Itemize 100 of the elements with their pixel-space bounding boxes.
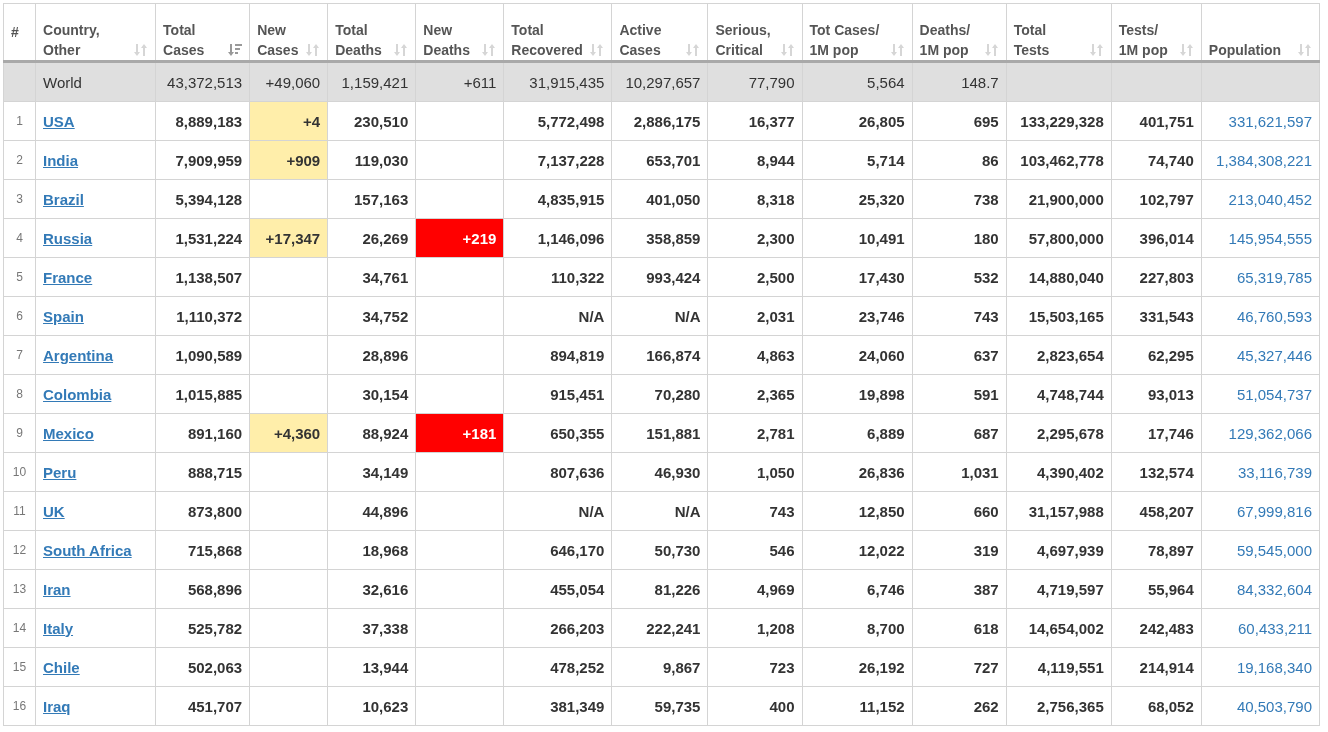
table-cell: 387 [912, 569, 1007, 609]
table-cell: 17,430 [802, 257, 913, 297]
country-link[interactable]: Peru [43, 463, 77, 481]
country-link[interactable]: India [43, 151, 79, 169]
table-cell: 358,859 [611, 218, 708, 258]
table-cell: 396,014 [1111, 218, 1202, 258]
table-cell: 65,319,785 [1201, 257, 1320, 297]
table-cell: 331,621,597 [1201, 101, 1320, 141]
table-cell: 31,915,435 [503, 61, 612, 102]
table-cell: 807,636 [503, 452, 612, 492]
table-cell: 5,394,128 [155, 179, 250, 219]
table-cell: 13,944 [327, 647, 416, 687]
column-header[interactable]: Tests/ 1M pop [1111, 3, 1202, 62]
table-cell: 743 [707, 491, 803, 531]
column-header[interactable]: Tot Cases/ 1M pop [802, 3, 913, 62]
country-link[interactable]: Russia [43, 229, 93, 247]
row-number: 15 [3, 647, 36, 687]
column-header[interactable]: Total Tests [1006, 3, 1112, 62]
country-link[interactable]: Spain [43, 307, 84, 325]
table-cell: 18,968 [327, 530, 416, 570]
table-cell: 5,772,498 [503, 101, 612, 141]
country-link[interactable]: UK [43, 502, 65, 520]
table-cell: World [35, 61, 156, 102]
table-cell: 4,697,939 [1006, 530, 1112, 570]
table-cell: 31,157,988 [1006, 491, 1112, 531]
table-cell: 2,031 [707, 296, 803, 336]
table-cell: 894,819 [503, 335, 612, 375]
table-cell: 93,013 [1111, 374, 1202, 414]
column-header[interactable]: Serious, Critical [707, 3, 803, 62]
table-cell: 12,850 [802, 491, 913, 531]
table-cell: 55,964 [1111, 569, 1202, 609]
table-cell: 23,746 [802, 296, 913, 336]
table-cell: 4,719,597 [1006, 569, 1112, 609]
table-cell: 546 [707, 530, 803, 570]
table-cell: 637 [912, 335, 1007, 375]
table-cell: 591 [912, 374, 1007, 414]
table-cell: 60,433,211 [1201, 608, 1320, 648]
table-cell: 1,208 [707, 608, 803, 648]
table-cell: +181 [415, 413, 504, 453]
country-link[interactable]: Iraq [43, 697, 71, 715]
table-cell: 157,163 [327, 179, 416, 219]
column-header[interactable]: Total Cases [155, 3, 250, 62]
table-cell: 68,052 [1111, 686, 1202, 726]
row-number: 5 [3, 257, 36, 297]
column-header[interactable]: Active Cases [611, 3, 708, 62]
table-cell: 7,137,228 [503, 140, 612, 180]
table-cell: 222,241 [611, 608, 708, 648]
column-header[interactable]: Deaths/ 1M pop [912, 3, 1007, 62]
row-number: 12 [3, 530, 36, 570]
table-cell: 62,295 [1111, 335, 1202, 375]
table-cell: 266,203 [503, 608, 612, 648]
table-cell: 401,751 [1111, 101, 1202, 141]
row-number: 14 [3, 608, 36, 648]
table-cell: 40,503,790 [1201, 686, 1320, 726]
column-header[interactable]: Total Deaths [327, 3, 416, 62]
table-cell: 2,823,654 [1006, 335, 1112, 375]
row-number: 8 [3, 374, 36, 414]
table-cell: 525,782 [155, 608, 250, 648]
country-link[interactable]: France [43, 268, 93, 286]
table-cell: 568,896 [155, 569, 250, 609]
row-number: 1 [3, 101, 36, 141]
table-cell: N/A [503, 296, 612, 336]
table-cell: +219 [415, 218, 504, 258]
table-cell: 8,944 [707, 140, 803, 180]
country-link[interactable]: Italy [43, 619, 74, 637]
table-cell: 727 [912, 647, 1007, 687]
column-header[interactable]: Total Recovered [503, 3, 612, 62]
row-number: 3 [3, 179, 36, 219]
table-cell: 2,781 [707, 413, 803, 453]
country-link[interactable]: Brazil [43, 190, 84, 208]
row-number: 13 [3, 569, 36, 609]
table-cell: 993,424 [611, 257, 708, 297]
table-cell: 381,349 [503, 686, 612, 726]
table-cell: 28,896 [327, 335, 416, 375]
country-link[interactable]: Iran [43, 580, 71, 598]
column-header[interactable]: New Deaths [415, 3, 504, 62]
table-cell: N/A [611, 491, 708, 531]
column-header[interactable]: Country, Other [35, 3, 156, 62]
table-cell: 15,503,165 [1006, 296, 1112, 336]
table-cell: 687 [912, 413, 1007, 453]
table-cell: 25,320 [802, 179, 913, 219]
table-cell: 84,332,604 [1201, 569, 1320, 609]
table-cell: 37,338 [327, 608, 416, 648]
country-link[interactable]: Mexico [43, 424, 94, 442]
column-header[interactable]: New Cases [249, 3, 328, 62]
table-cell: 86 [912, 140, 1007, 180]
table-cell: 738 [912, 179, 1007, 219]
table-cell: 21,900,000 [1006, 179, 1112, 219]
table-cell: 10,297,657 [611, 61, 708, 102]
country-link[interactable]: Chile [43, 658, 80, 676]
row-number: 11 [3, 491, 36, 531]
table-cell: 331,543 [1111, 296, 1202, 336]
table-cell: 46,760,593 [1201, 296, 1320, 336]
row-number: 2 [3, 140, 36, 180]
country-link[interactable]: USA [43, 112, 75, 130]
table-cell: 59,545,000 [1201, 530, 1320, 570]
table-cell: 1,015,885 [155, 374, 250, 414]
table-cell: 723 [707, 647, 803, 687]
column-header[interactable]: Population [1201, 3, 1320, 62]
table-cell: 34,149 [327, 452, 416, 492]
